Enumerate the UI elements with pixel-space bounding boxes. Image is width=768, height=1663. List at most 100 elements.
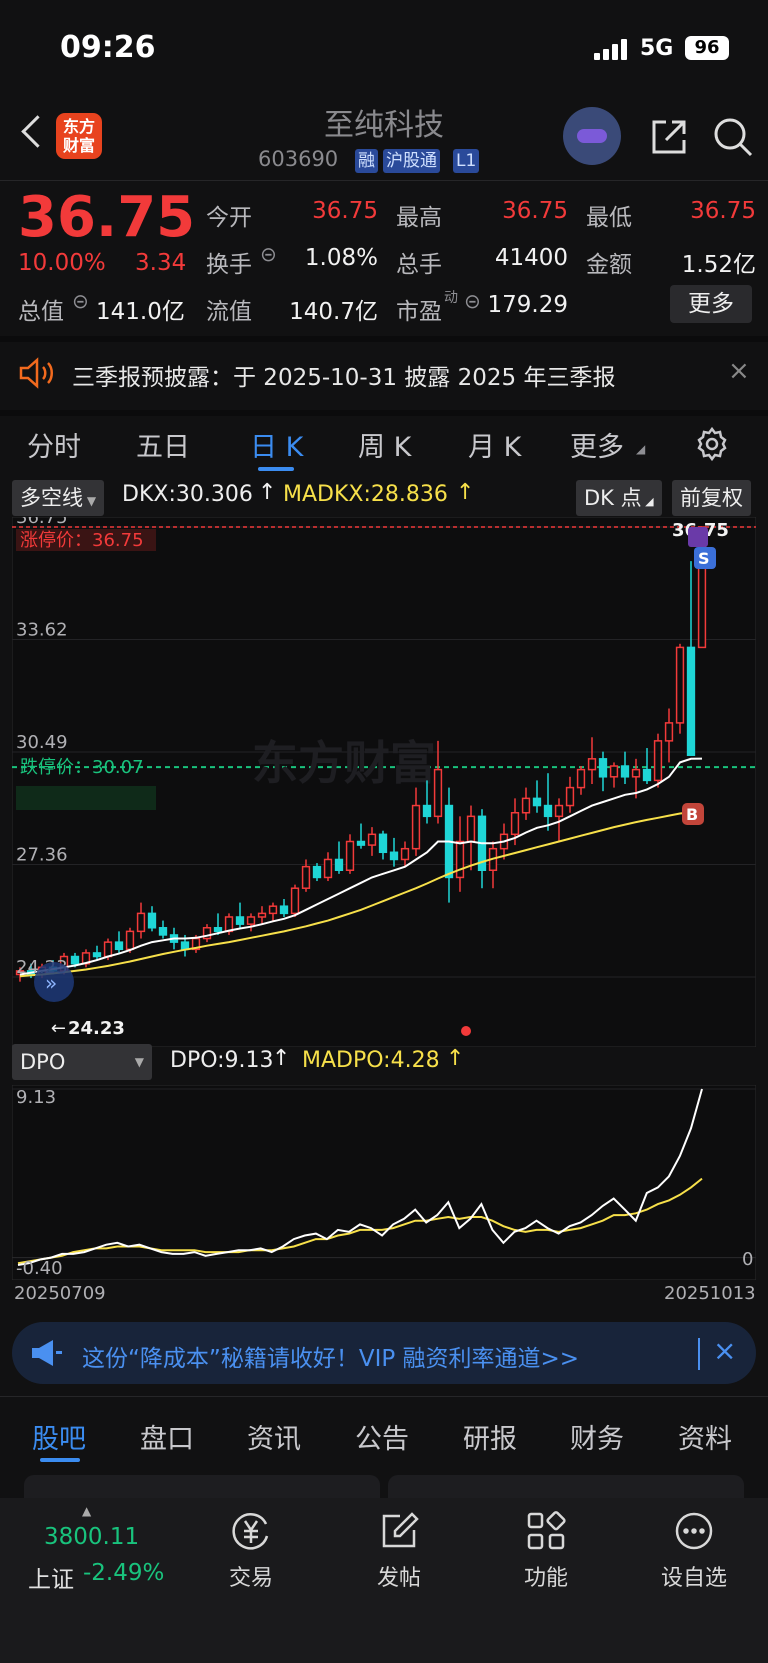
- quote-value-high: 36.75: [502, 198, 568, 224]
- candle-body: [675, 646, 685, 724]
- left-arrow-icon: ←: [51, 1018, 66, 1039]
- tab-monthly-k[interactable]: 月 K: [468, 425, 521, 464]
- divider: [0, 410, 768, 416]
- divider: [698, 1338, 700, 1370]
- more-button[interactable]: 更多: [670, 285, 752, 323]
- madkx-value: MADKX:28.836: [283, 482, 448, 507]
- tab-orderbook[interactable]: 盘口: [140, 1417, 194, 1456]
- ad-text[interactable]: 这份“降成本”秘籍请收好！VIP 融资利率通道>>: [82, 1339, 579, 1373]
- divider: [0, 180, 768, 181]
- close-icon[interactable]: ×: [713, 1334, 736, 1367]
- nav-watchlist[interactable]: 设自选: [644, 1560, 744, 1592]
- nav-functions[interactable]: 功能: [496, 1560, 596, 1592]
- price-tick: 27.36: [16, 845, 68, 866]
- candle-body: [653, 740, 663, 782]
- quote-value-pe: 179.29: [487, 292, 568, 318]
- quote-value-turnover: 1.08%: [304, 245, 378, 271]
- candle-body: [213, 927, 223, 933]
- divider: [0, 1396, 768, 1397]
- dkx-value: DKX:30.306: [122, 482, 253, 507]
- quote-label-amount: 金额: [586, 252, 632, 278]
- gear-icon[interactable]: [694, 426, 730, 462]
- candle-body: [620, 765, 630, 778]
- dk-point-label: DK 点: [584, 486, 642, 510]
- dpo-chart[interactable]: 9.13 -0.40 0: [12, 1085, 756, 1280]
- nav-trade[interactable]: 交易: [201, 1560, 301, 1592]
- candle-body: [609, 765, 619, 778]
- date-end: 20251013: [664, 1283, 756, 1304]
- tab-more[interactable]: 更多: [570, 425, 624, 464]
- adjust-button[interactable]: 前复权: [672, 480, 751, 516]
- share-icon[interactable]: [650, 118, 688, 156]
- sub-indicator-selector[interactable]: DPO ▼: [12, 1044, 152, 1080]
- candle-body: [290, 887, 300, 915]
- grid-icon[interactable]: [525, 1510, 567, 1552]
- quote-label-mktcap: 总值: [18, 299, 64, 325]
- self-select-icon[interactable]: [688, 527, 708, 547]
- indicator-name: 多空线: [20, 486, 83, 510]
- tab-weekly-k[interactable]: 周 K: [358, 425, 411, 464]
- quote-value-mktcap: 141.0亿: [96, 299, 185, 325]
- tag-connect: 沪股通: [383, 149, 440, 173]
- tab-announcements[interactable]: 公告: [355, 1417, 409, 1456]
- candle-body: [631, 768, 641, 778]
- candle-body: [422, 804, 432, 818]
- candle-body: [510, 811, 520, 836]
- yen-icon[interactable]: [230, 1510, 272, 1552]
- candle-body: [565, 786, 575, 807]
- index-value[interactable]: 3800.11: [44, 1524, 139, 1550]
- candle-body: [642, 768, 652, 782]
- kline-chart[interactable]: 东方财富 36.75 33.62 30.49 27.36 24.23 涨停价：36.75…: [12, 517, 756, 1047]
- tab-profile[interactable]: 资料: [678, 1417, 732, 1456]
- indicator-selector[interactable]: 多空线 ▼: [12, 480, 105, 516]
- battery-icon: 96: [685, 36, 729, 60]
- dropdown-triangle-icon: ◢: [636, 442, 646, 456]
- candle-body: [125, 930, 135, 951]
- active-tab-indicator: [258, 467, 294, 471]
- speaker-icon: [19, 357, 53, 389]
- index-name[interactable]: 上证: [28, 1560, 74, 1594]
- limit-up-label: 涨停价：36.75: [20, 530, 144, 551]
- pe-superscript: 动: [444, 290, 458, 306]
- candle-body: [532, 797, 542, 807]
- tab-research[interactable]: 研报: [463, 1417, 517, 1456]
- dk-point-button[interactable]: DK 点 ◢: [576, 480, 662, 516]
- candle-body: [411, 804, 421, 850]
- candle-body: [334, 858, 344, 872]
- quote-label-turnover: 换手: [206, 252, 252, 278]
- candle-body: [257, 912, 267, 918]
- price-tick: 30.49: [16, 732, 68, 753]
- robot-assistant-icon[interactable]: [563, 107, 621, 165]
- candle-body: [433, 768, 443, 818]
- tab-daily-k[interactable]: 日 K: [250, 425, 303, 464]
- candle-body: [455, 840, 465, 879]
- up-arrow-icon: ↑: [446, 1046, 465, 1071]
- sell-point-letter: S: [698, 549, 710, 568]
- tab-forum[interactable]: 股吧: [32, 1417, 86, 1456]
- index-change[interactable]: -2.49%: [83, 1560, 164, 1586]
- tab-finance[interactable]: 财务: [570, 1417, 624, 1456]
- tab-intraday[interactable]: 分时: [27, 425, 81, 464]
- tab-news[interactable]: 资讯: [247, 1417, 301, 1456]
- candle-body: [400, 847, 410, 861]
- candle-body: [180, 941, 190, 951]
- candle-body: [136, 912, 146, 933]
- more-icon[interactable]: [673, 1510, 715, 1552]
- info-icon[interactable]: ⊝: [72, 289, 89, 313]
- close-icon[interactable]: ×: [728, 356, 750, 386]
- low-price-label: 24.23: [68, 1018, 125, 1039]
- up-arrow-icon: ↑: [272, 1046, 291, 1071]
- dpo-max-tick: 9.13: [16, 1087, 56, 1108]
- search-icon[interactable]: [712, 116, 754, 158]
- candle-body: [70, 955, 80, 965]
- candle-body: [323, 858, 333, 879]
- tab-five-day[interactable]: 五日: [136, 425, 190, 464]
- candle-body: [158, 927, 168, 936]
- caret-up-icon[interactable]: ▲: [82, 1504, 91, 1518]
- info-icon[interactable]: ⊝: [260, 242, 277, 266]
- event-dot[interactable]: [461, 1026, 471, 1036]
- candle-body: [543, 804, 553, 818]
- candle-body: [92, 952, 102, 958]
- nav-post[interactable]: 发帖: [349, 1560, 449, 1592]
- edit-icon[interactable]: [378, 1510, 420, 1552]
